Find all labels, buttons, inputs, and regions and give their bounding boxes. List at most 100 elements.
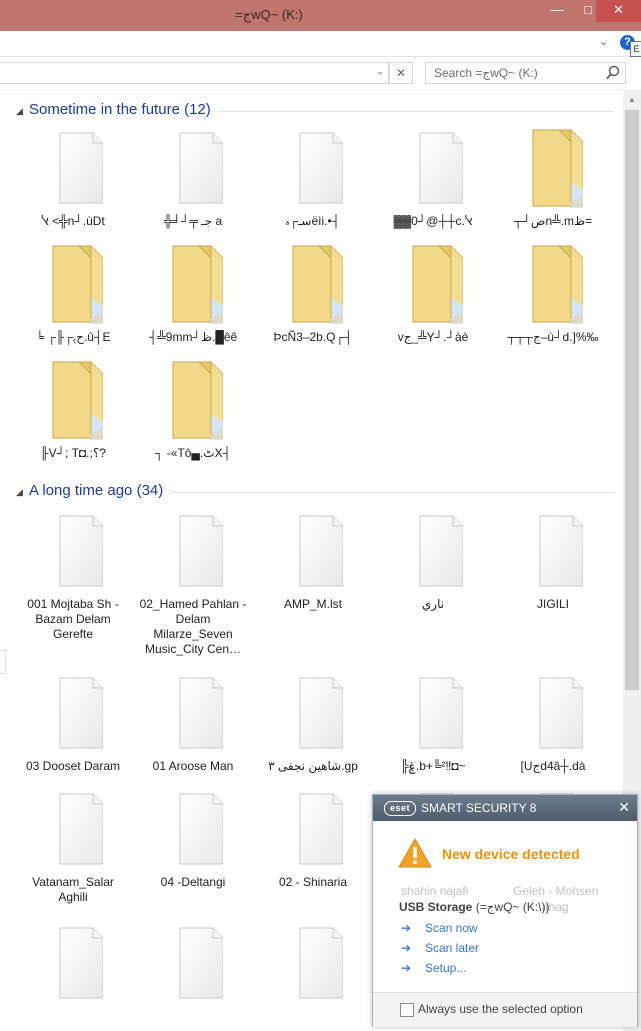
file-icon [59, 793, 103, 865]
folder-item[interactable]: ┐ -«Tô▄.ٹX┤ [138, 360, 248, 472]
file-item[interactable] [258, 923, 368, 1031]
file-icon [179, 132, 223, 204]
eset-product-name: SMART SECURITY 8 [421, 801, 537, 815]
item-name: ناري [421, 597, 445, 611]
file-item[interactable]: 03 Dooset Daram [18, 673, 128, 785]
group-header[interactable]: ◢ A long time ago (34) [16, 482, 614, 502]
file-icon [179, 927, 223, 999]
file-icon [299, 515, 343, 587]
ribbon-expand-icon[interactable]: ⌄ [599, 35, 608, 48]
folder-item[interactable]: ┤╩9mm┘ظ.█êê [138, 244, 248, 356]
file-item[interactable]: 02_Hamed Pahlan - Delam Milarze_Seven Mu… [138, 511, 248, 661]
folder-item[interactable]: ┬┘ضn╩.mظ= [498, 128, 608, 240]
file-icon [179, 515, 223, 587]
folder-item[interactable]: ╟V┘; T◘.;؟? [18, 360, 128, 472]
file-icon [539, 515, 583, 587]
minimize-button[interactable]: — [541, 0, 573, 22]
item-name: ┬┬┬ج–ù┘d.]%‰ [507, 330, 599, 344]
folder-icon [172, 245, 223, 324]
window-title: =جwQ~ (K:) [235, 7, 303, 22]
file-item[interactable]: ▓▓0┘@┼┼c.ﭏ [378, 128, 488, 240]
folder-icon [292, 245, 343, 324]
file-item[interactable]: 04 -Deltangi [138, 789, 248, 901]
scan-later-label[interactable]: Scan later [425, 941, 479, 955]
file-item[interactable]: [Uجd4â┼.dà [498, 673, 608, 785]
arrow-right-icon: ➔ [401, 941, 412, 955]
stop-button[interactable]: ✕ [389, 62, 413, 84]
file-icon [59, 132, 103, 204]
folder-item[interactable]: vج_╩Y┘.┘àè [378, 244, 488, 356]
group-header[interactable]: ◢ Sometime in the future (12) [16, 101, 614, 121]
item-name: ┤╩9mm┘ظ.█êê [148, 330, 238, 344]
item-name: ╟V┘; T◘.;؟? [40, 446, 106, 460]
collapse-icon[interactable]: ◢ [16, 487, 23, 498]
file-icon [299, 927, 343, 999]
folder-item[interactable]: ┬┬┬ج–ù┘d.]%‰ [498, 244, 608, 356]
address-dropdown-icon[interactable]: ⌄ [376, 66, 384, 77]
address-field[interactable]: ⌄ [0, 62, 389, 84]
title-bar: =جwQ~ (K:) — □ ✕ [0, 0, 641, 31]
eset-header: eset SMART SECURITY 8 ✕ [373, 795, 637, 821]
folder-icon [532, 245, 583, 324]
file-item[interactable] [18, 923, 128, 1031]
folder-item[interactable]: ÞcÑ3–2b.Q┌┤ [258, 244, 368, 356]
file-item[interactable]: 02 - Shinaria [258, 789, 368, 901]
eset-logo: eset [384, 801, 416, 816]
always-use-checkbox[interactable] [400, 1003, 414, 1017]
scroll-thumb[interactable] [625, 110, 639, 690]
file-item[interactable]: Vatanam_Salar Aghili [18, 789, 128, 904]
setup-label[interactable]: Setup... [425, 961, 466, 975]
file-icon [419, 677, 463, 749]
tooltip-key: E [630, 41, 641, 57]
item-name: ÞcÑ3–2b.Q┌┤ [273, 330, 353, 344]
item-name: 02 - Shinaria [278, 875, 348, 889]
file-icon [299, 677, 343, 749]
scroll-up-icon[interactable]: ▲ [628, 95, 636, 104]
search-input[interactable]: Search =جwQ~ (K:) [425, 62, 626, 84]
file-item[interactable]: JIGILI [498, 511, 608, 623]
file-item[interactable]: AMP_M.lst [258, 511, 368, 623]
item-name: 01 Aroose Man [152, 759, 234, 773]
file-item[interactable]: 001 Mojtaba Sh - Bazam Delam Gerefte [18, 511, 128, 641]
eset-close-button[interactable]: ✕ [618, 799, 630, 816]
eset-device-label: USB Storage (=جwQ~ (K:\)) [399, 900, 549, 914]
eset-notification: eset SMART SECURITY 8 ✕ New device detec… [372, 794, 638, 1027]
file-icon [59, 677, 103, 749]
file-icon [299, 132, 343, 204]
folder-icon [52, 361, 103, 440]
file-item[interactable]: ناري [378, 511, 488, 623]
group-divider [219, 111, 614, 112]
device-path: (=جwQ~ (K:\)) [472, 900, 550, 914]
always-use-label: Always use the selected option [418, 1002, 583, 1016]
eset-event-title: New device detected [442, 846, 580, 862]
file-icon [179, 677, 223, 749]
folder-icon [412, 245, 463, 324]
arrow-right-icon: ➔ [401, 961, 412, 975]
collapse-icon[interactable]: ◢ [16, 106, 23, 117]
scan-now-label[interactable]: Scan now [425, 921, 478, 935]
file-item[interactable]: 01 Aroose Man [138, 673, 248, 785]
file-item[interactable]: ╬╛┘╤ جـ a [138, 128, 248, 240]
folder-item[interactable]: ╘ ┌╟┌ﺡﮨ.û┤E [18, 244, 128, 356]
file-icon [539, 677, 583, 749]
item-name: [Uجd4â┼.dà [520, 759, 586, 773]
item-name: 001 Mojtaba Sh - Bazam Delam Gerefte [27, 597, 119, 641]
file-item[interactable]: سـ┌ﮦëìi.•┤ [258, 128, 368, 240]
file-item[interactable]: ╠ۼ.b+╚²‼◘~ [378, 673, 488, 785]
file-item[interactable] [138, 923, 248, 1031]
close-button[interactable]: ✕ [596, 0, 641, 22]
item-name: ╠ۼ.b+╚²‼◘~ [400, 759, 466, 773]
file-icon [59, 515, 103, 587]
file-icon [59, 927, 103, 999]
item-name: ﭏ <╬n┘.ùDt [41, 214, 105, 228]
group-label: A long time ago (34) [29, 482, 164, 499]
item-name: AMP_M.lst [283, 597, 342, 611]
search-placeholder: Search =جwQ~ (K:) [434, 66, 538, 80]
ghost-label-right: Geleh - Mohsen [513, 884, 599, 898]
device-name: USB Storage [399, 900, 473, 914]
folder-icon [532, 129, 583, 208]
file-item[interactable]: ﭏ <╬n┘.ùDt [18, 128, 128, 240]
file-item[interactable]: شاهین نجفی ۳.gp [258, 673, 368, 785]
folder-icon [172, 361, 223, 440]
nav-pane-edge [0, 650, 6, 674]
